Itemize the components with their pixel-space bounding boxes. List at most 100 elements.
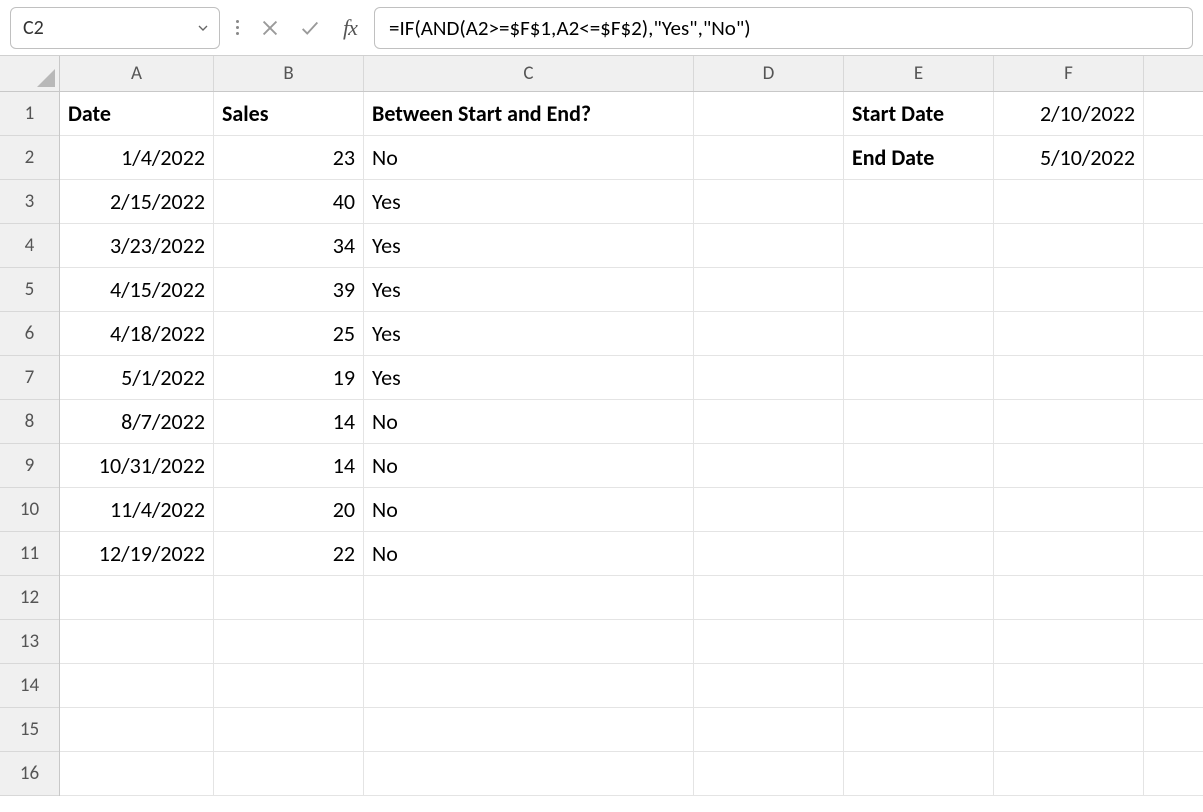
cell[interactable] [994,620,1144,664]
cell[interactable]: 34 [214,224,364,268]
cell[interactable] [994,576,1144,620]
cell[interactable]: 14 [214,444,364,488]
enter-button[interactable] [294,12,326,44]
row-header-13[interactable]: 13 [0,620,59,664]
cell[interactable]: 22 [214,532,364,576]
cell[interactable]: 4/15/2022 [60,268,214,312]
cell[interactable] [60,708,214,752]
cell[interactable]: 1/4/2022 [60,136,214,180]
cell[interactable] [994,268,1144,312]
cell[interactable] [1144,576,1203,620]
select-all-corner[interactable] [0,56,60,92]
cell[interactable]: 20 [214,488,364,532]
cell[interactable]: 40 [214,180,364,224]
row-header-7[interactable]: 7 [0,356,59,400]
cell[interactable] [60,752,214,796]
cell[interactable] [364,708,694,752]
row-header-12[interactable]: 12 [0,576,59,620]
cell[interactable] [214,664,364,708]
col-header-E[interactable]: E [844,56,994,91]
cell[interactable] [694,752,844,796]
col-header-B[interactable]: B [214,56,364,91]
cell[interactable] [1144,752,1203,796]
cell[interactable] [994,752,1144,796]
cell[interactable] [994,180,1144,224]
fx-button[interactable]: fx [334,12,366,44]
cell[interactable] [694,268,844,312]
cell[interactable] [694,180,844,224]
cell[interactable]: Date [60,92,214,136]
cell[interactable]: Between Start and End? [364,92,694,136]
cell[interactable]: Yes [364,312,694,356]
cell[interactable] [1144,312,1203,356]
cell[interactable] [1144,180,1203,224]
cell[interactable] [844,400,994,444]
cell[interactable] [694,136,844,180]
cell[interactable] [1144,400,1203,444]
row-header-15[interactable]: 15 [0,708,59,752]
cell[interactable] [1144,664,1203,708]
cell[interactable] [694,224,844,268]
cell[interactable] [994,400,1144,444]
cell[interactable]: 2/10/2022 [994,92,1144,136]
row-header-5[interactable]: 5 [0,268,59,312]
row-header-6[interactable]: 6 [0,312,59,356]
cell[interactable] [1144,136,1203,180]
cell[interactable] [694,620,844,664]
col-header-D[interactable]: D [694,56,844,91]
cell[interactable] [694,400,844,444]
cell[interactable] [844,708,994,752]
name-box[interactable]: C2 [10,7,220,49]
cell[interactable] [1144,620,1203,664]
cell[interactable]: 2/15/2022 [60,180,214,224]
cell[interactable] [1144,444,1203,488]
cell[interactable]: Yes [364,268,694,312]
cell[interactable]: No [364,136,694,180]
cell[interactable] [844,356,994,400]
cell[interactable]: Yes [364,180,694,224]
cell[interactable]: 5/10/2022 [994,136,1144,180]
row-header-10[interactable]: 10 [0,488,59,532]
cell[interactable] [694,708,844,752]
cell[interactable] [60,620,214,664]
cell[interactable] [844,224,994,268]
row-header-9[interactable]: 9 [0,444,59,488]
cell[interactable]: 11/4/2022 [60,488,214,532]
cell[interactable]: No [364,532,694,576]
cell[interactable]: 19 [214,356,364,400]
cell[interactable]: 3/23/2022 [60,224,214,268]
cell[interactable]: 25 [214,312,364,356]
cell[interactable] [994,532,1144,576]
cell[interactable] [1144,224,1203,268]
cell[interactable]: 39 [214,268,364,312]
chevron-down-icon[interactable] [195,20,211,36]
drag-handle-icon[interactable] [228,13,246,43]
col-header-C[interactable]: C [364,56,694,91]
cell[interactable] [1144,488,1203,532]
cell[interactable] [1144,268,1203,312]
cell[interactable]: Sales [214,92,364,136]
cell[interactable] [994,488,1144,532]
cell[interactable] [364,620,694,664]
cell[interactable] [694,92,844,136]
cell[interactable] [364,752,694,796]
cell[interactable] [694,488,844,532]
cell[interactable] [994,312,1144,356]
cell[interactable]: No [364,444,694,488]
cell[interactable] [1144,92,1203,136]
cell[interactable] [844,532,994,576]
cell[interactable]: 8/7/2022 [60,400,214,444]
cell[interactable] [844,576,994,620]
cell[interactable] [1144,708,1203,752]
row-header-4[interactable]: 4 [0,224,59,268]
cell[interactable] [694,356,844,400]
cell[interactable] [214,752,364,796]
cancel-button[interactable] [254,12,286,44]
cell[interactable]: No [364,488,694,532]
cell[interactable] [364,664,694,708]
cell[interactable]: No [364,400,694,444]
row-header-2[interactable]: 2 [0,136,59,180]
cell[interactable] [994,708,1144,752]
cell[interactable] [1144,356,1203,400]
cell[interactable] [844,664,994,708]
